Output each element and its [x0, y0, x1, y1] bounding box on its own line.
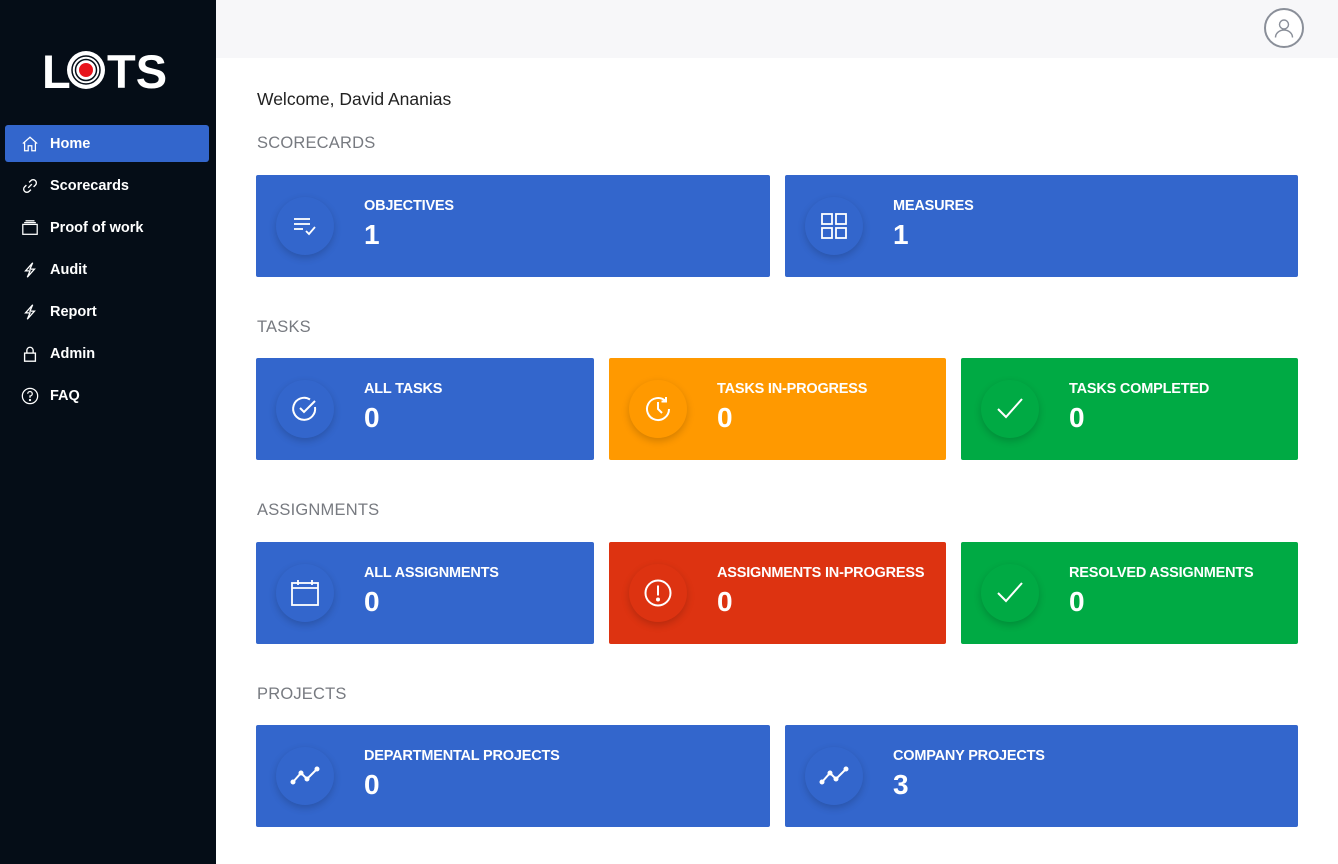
- checkmark-icon: [981, 380, 1039, 438]
- sidebar: L TS Home Scorecards Proof of work Audit…: [0, 0, 216, 864]
- card-value: 0: [717, 402, 733, 433]
- sidebar-item-faq[interactable]: FAQ: [5, 377, 209, 414]
- measures-card[interactable]: MEASURES 1: [785, 175, 1298, 277]
- section-title-assignments: ASSIGNMENTS: [257, 501, 380, 519]
- lock-icon: [20, 344, 40, 364]
- card-value: 0: [364, 769, 380, 800]
- list-check-icon: [276, 197, 334, 255]
- card-label: TASKS IN-PROGRESS: [717, 381, 868, 397]
- tray-icon: [20, 218, 40, 238]
- sidebar-item-label: Audit: [50, 261, 88, 278]
- card-label: COMPANY PROJECTS: [893, 748, 1045, 764]
- card-value: 0: [1069, 402, 1085, 433]
- question-circle-icon: [20, 386, 40, 406]
- check-circle-icon: [276, 380, 334, 438]
- lightning-icon: [20, 260, 40, 280]
- checkmark-icon: [981, 564, 1039, 622]
- departmental-projects-card[interactable]: DEPARTMENTAL PROJECTS 0: [256, 725, 770, 827]
- sidebar-item-home[interactable]: Home: [5, 125, 209, 162]
- tasks-in-progress-card[interactable]: TASKS IN-PROGRESS 0: [609, 358, 946, 460]
- sidebar-item-proof-of-work[interactable]: Proof of work: [5, 209, 209, 246]
- user-avatar-button[interactable]: [1264, 8, 1304, 48]
- sidebar-item-label: FAQ: [50, 387, 80, 404]
- card-label: ALL TASKS: [364, 381, 443, 397]
- sidebar-item-label: Home: [50, 135, 91, 152]
- svg-text:TS: TS: [107, 47, 167, 93]
- top-bar: [216, 0, 1338, 58]
- clock-refresh-icon: [629, 380, 687, 438]
- card-label: ALL ASSIGNMENTS: [364, 565, 499, 581]
- exclamation-circle-icon: [629, 564, 687, 622]
- tasks-completed-card[interactable]: TASKS COMPLETED 0: [961, 358, 1298, 460]
- section-title-projects: PROJECTS: [257, 685, 347, 703]
- sidebar-item-scorecards[interactable]: Scorecards: [5, 167, 209, 204]
- objectives-card[interactable]: OBJECTIVES 1: [256, 175, 770, 277]
- card-label: RESOLVED ASSIGNMENTS: [1069, 565, 1254, 581]
- card-label: OBJECTIVES: [364, 198, 454, 214]
- trend-line-icon: [805, 747, 863, 805]
- company-projects-card[interactable]: COMPANY PROJECTS 3: [785, 725, 1298, 827]
- sidebar-item-admin[interactable]: Admin: [5, 335, 209, 372]
- card-value: 0: [364, 402, 380, 433]
- sidebar-item-label: Scorecards: [50, 177, 129, 194]
- card-value: 1: [893, 219, 909, 250]
- grid-icon: [805, 197, 863, 255]
- calendar-icon: [276, 564, 334, 622]
- card-value: 0: [717, 586, 733, 617]
- card-value: 0: [364, 586, 380, 617]
- card-label: MEASURES: [893, 198, 974, 214]
- sidebar-item-audit[interactable]: Audit: [5, 251, 209, 288]
- card-value: 3: [893, 769, 909, 800]
- svg-text:L: L: [42, 47, 71, 93]
- resolved-assignments-card[interactable]: RESOLVED ASSIGNMENTS 0: [961, 542, 1298, 644]
- card-value: 1: [364, 219, 380, 250]
- link-icon: [20, 176, 40, 196]
- assignments-in-progress-card[interactable]: ASSIGNMENTS IN-PROGRESS 0: [609, 542, 946, 644]
- user-avatar-icon: [1274, 19, 1294, 38]
- lightning-icon: [20, 302, 40, 322]
- trend-line-icon: [276, 747, 334, 805]
- sidebar-item-report[interactable]: Report: [5, 293, 209, 330]
- sidebar-item-label: Proof of work: [50, 219, 144, 236]
- lots-logo[interactable]: L TS: [42, 47, 172, 93]
- card-value: 0: [1069, 586, 1085, 617]
- section-title-scorecards: SCORECARDS: [257, 134, 376, 152]
- card-label: DEPARTMENTAL PROJECTS: [364, 748, 560, 764]
- sidebar-item-label: Admin: [50, 345, 96, 362]
- sidebar-nav: Home Scorecards Proof of work Audit Repo…: [5, 125, 209, 419]
- sidebar-item-label: Report: [50, 303, 97, 320]
- section-title-tasks: TASKS: [257, 318, 311, 336]
- card-label: TASKS COMPLETED: [1069, 381, 1210, 397]
- all-tasks-card[interactable]: ALL TASKS 0: [256, 358, 594, 460]
- card-label: ASSIGNMENTS IN-PROGRESS: [717, 565, 925, 581]
- all-assignments-card[interactable]: ALL ASSIGNMENTS 0: [256, 542, 594, 644]
- welcome-text: Welcome, David Ananias: [257, 89, 452, 109]
- home-icon: [20, 134, 40, 154]
